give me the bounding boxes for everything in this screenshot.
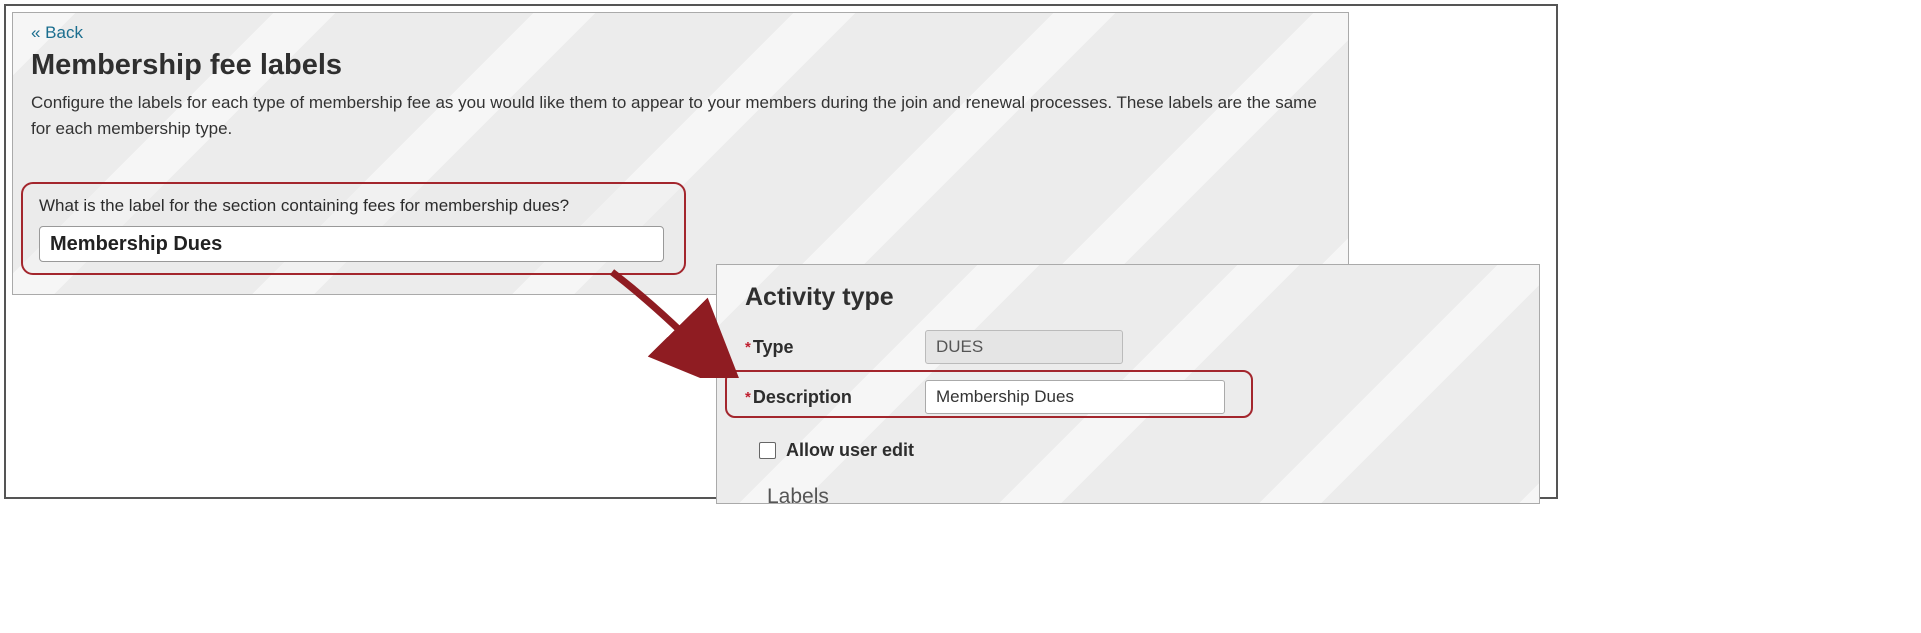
labels-section-header: Labels bbox=[767, 485, 1511, 504]
dues-label-highlight: What is the label for the section contai… bbox=[21, 182, 686, 275]
membership-fee-labels-panel: « Back Membership fee labels Configure t… bbox=[12, 12, 1349, 295]
allow-user-edit-checkbox[interactable] bbox=[759, 442, 776, 459]
page-description: Configure the labels for each type of me… bbox=[31, 90, 1330, 141]
activity-type-title: Activity type bbox=[745, 283, 1511, 312]
type-label-text: Type bbox=[753, 337, 794, 358]
activity-type-panel: Activity type * Type * Description Allow… bbox=[716, 264, 1540, 504]
type-row: * Type bbox=[745, 330, 1511, 364]
description-row: * Description bbox=[745, 380, 1511, 414]
description-label-text: Description bbox=[753, 387, 852, 408]
dues-section-question: What is the label for the section contai… bbox=[39, 196, 668, 216]
type-label: * Type bbox=[745, 337, 925, 358]
description-label: * Description bbox=[745, 387, 925, 408]
required-asterisk-icon: * bbox=[745, 389, 751, 406]
type-input bbox=[925, 330, 1123, 364]
required-asterisk-icon: * bbox=[745, 339, 751, 356]
back-link[interactable]: « Back bbox=[31, 23, 83, 43]
allow-user-edit-row[interactable]: Allow user edit bbox=[759, 440, 1511, 461]
allow-user-edit-label: Allow user edit bbox=[786, 440, 914, 461]
outer-frame: « Back Membership fee labels Configure t… bbox=[4, 4, 1558, 499]
dues-section-label-input[interactable] bbox=[39, 226, 664, 262]
description-input[interactable] bbox=[925, 380, 1225, 414]
page-title: Membership fee labels bbox=[31, 49, 1330, 82]
